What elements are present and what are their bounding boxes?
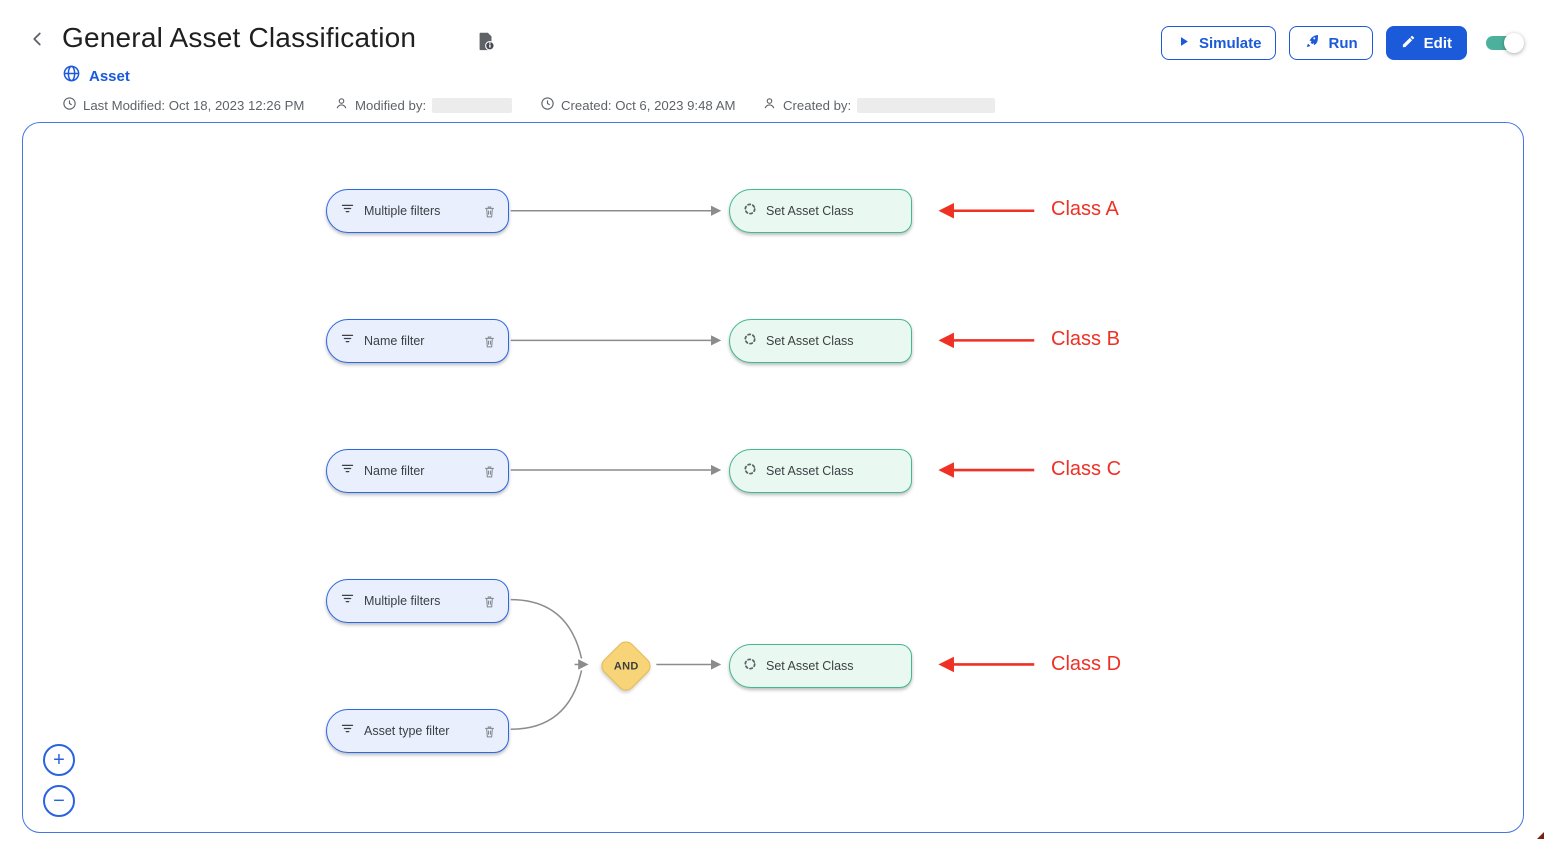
filter-icon: [340, 591, 355, 611]
filter-icon: [340, 331, 355, 351]
globe-icon: [62, 64, 81, 88]
filter-icon: [340, 461, 355, 481]
and-operator-label: AND: [614, 660, 639, 672]
entity-label: Asset: [89, 68, 130, 85]
simulate-button[interactable]: Simulate: [1161, 26, 1277, 60]
meta-created: Created: Oct 6, 2023 9:48 AM: [540, 96, 735, 114]
annotation-class-a: Class A: [1051, 198, 1119, 221]
chevron-left-icon: [26, 28, 48, 55]
toggle-knob: [1504, 33, 1524, 53]
meta-created-by: Created by:: [762, 96, 995, 114]
filter-node-label: Name filter: [364, 334, 482, 348]
meta-modified-by-text: Modified by:: [355, 98, 426, 113]
annotation-class-c: Class C: [1051, 458, 1121, 481]
trash-icon[interactable]: [482, 594, 497, 609]
minus-icon: −: [53, 791, 65, 811]
run-button[interactable]: Run: [1289, 26, 1372, 60]
filter-node-label: Multiple filters: [364, 204, 482, 218]
action-node-label: Set Asset Class: [766, 659, 900, 673]
rule-canvas[interactable]: Multiple filters Set Asset Class Class A…: [22, 122, 1524, 833]
edit-button[interactable]: Edit: [1386, 26, 1467, 60]
filter-node-row-b[interactable]: Name filter: [326, 319, 509, 363]
filter-node-row-d-2[interactable]: Asset type filter: [326, 709, 509, 753]
person-icon: [334, 96, 349, 114]
filter-icon: [340, 201, 355, 221]
trash-icon[interactable]: [482, 204, 497, 219]
dashed-circle-icon: [743, 332, 757, 351]
redacted-modified-by: [432, 98, 512, 113]
asset-classification-screen: General Asset Classification Asset Last …: [0, 0, 1546, 841]
filter-node-label: Name filter: [364, 464, 482, 478]
plus-icon: +: [53, 750, 65, 770]
redacted-created-by: [857, 98, 995, 113]
action-node-row-b[interactable]: Set Asset Class: [729, 319, 912, 363]
action-node-label: Set Asset Class: [766, 464, 900, 478]
filter-node-row-c[interactable]: Name filter: [326, 449, 509, 493]
trash-icon[interactable]: [482, 464, 497, 479]
meta-created-by-text: Created by:: [783, 98, 851, 113]
annotation-class-b: Class B: [1051, 328, 1120, 351]
action-node-row-c[interactable]: Set Asset Class: [729, 449, 912, 493]
simulate-label: Simulate: [1199, 35, 1262, 52]
rocket-icon: [1304, 33, 1320, 53]
filter-node-label: Multiple filters: [364, 594, 482, 608]
filter-node-label: Asset type filter: [364, 724, 482, 738]
document-info-icon[interactable]: [475, 30, 497, 57]
annotation-class-d: Class D: [1051, 653, 1121, 676]
action-node-label: Set Asset Class: [766, 204, 900, 218]
action-node-row-d[interactable]: Set Asset Class: [729, 644, 912, 688]
meta-modified-by: Modified by:: [334, 96, 512, 114]
zoom-out-button[interactable]: −: [43, 785, 75, 817]
meta-last-modified: Last Modified: Oct 18, 2023 12:26 PM: [62, 96, 304, 114]
play-icon: [1176, 34, 1191, 53]
trash-icon[interactable]: [482, 334, 497, 349]
header-actions: Simulate Run Edit: [1161, 26, 1524, 60]
trash-icon[interactable]: [482, 724, 497, 739]
meta-created-text: Created: Oct 6, 2023 9:48 AM: [561, 98, 735, 113]
enabled-toggle[interactable]: [1486, 32, 1524, 54]
page-title: General Asset Classification: [62, 22, 416, 54]
action-node-row-a[interactable]: Set Asset Class: [729, 189, 912, 233]
back-button[interactable]: [24, 28, 50, 54]
dashed-circle-icon: [743, 657, 757, 676]
corner-mark: [1537, 832, 1544, 839]
edit-label: Edit: [1424, 35, 1452, 52]
clock-icon: [62, 96, 77, 114]
action-node-label: Set Asset Class: [766, 334, 900, 348]
zoom-in-button[interactable]: +: [43, 744, 75, 776]
entity-link[interactable]: Asset: [62, 64, 130, 88]
dashed-circle-icon: [743, 202, 757, 221]
clock-icon: [540, 96, 555, 114]
pencil-icon: [1401, 34, 1416, 53]
filter-icon: [340, 721, 355, 741]
filter-node-row-a[interactable]: Multiple filters: [326, 189, 509, 233]
filter-node-row-d-1[interactable]: Multiple filters: [326, 579, 509, 623]
person-icon: [762, 96, 777, 114]
run-label: Run: [1328, 35, 1357, 52]
meta-last-modified-text: Last Modified: Oct 18, 2023 12:26 PM: [83, 98, 304, 113]
dashed-circle-icon: [743, 462, 757, 481]
